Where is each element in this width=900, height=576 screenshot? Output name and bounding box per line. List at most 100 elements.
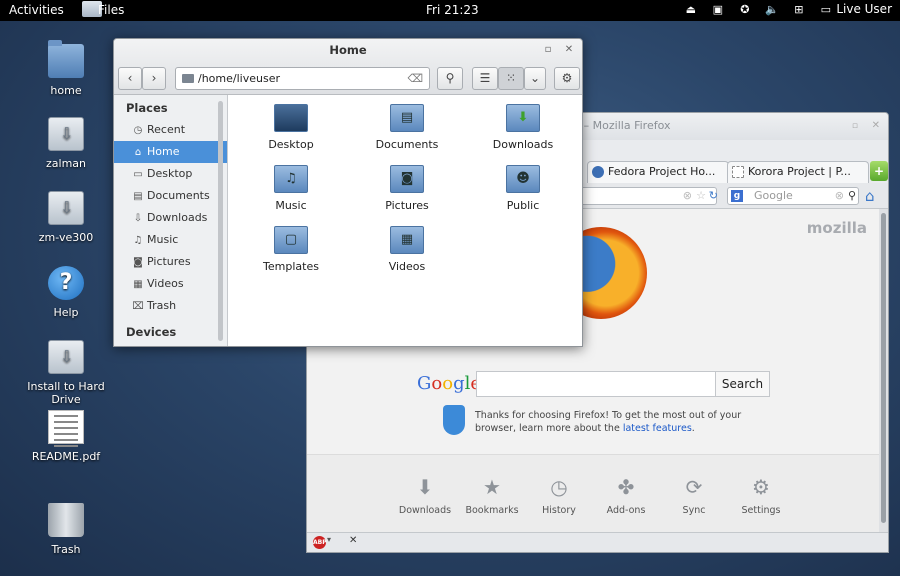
accessibility-icon[interactable]: ✪	[738, 3, 751, 16]
desktop-icon: ▭	[133, 169, 143, 180]
public-folder-icon: ☻	[506, 165, 540, 193]
launcher-history[interactable]: ◷ History	[525, 475, 593, 516]
display-icon[interactable]: ▣	[711, 3, 724, 16]
folder-item-desktop[interactable]: Desktop	[236, 95, 346, 151]
google-search-button[interactable]: Search	[715, 371, 770, 397]
activities-button[interactable]: Activities	[9, 3, 64, 17]
sidebar-item-recent[interactable]: ◷ Recent	[114, 119, 227, 141]
sidebar-item-music[interactable]: ♫ Music	[114, 229, 227, 251]
home-icon[interactable]: ⌂	[865, 187, 883, 205]
sidebar-item-trash[interactable]: ⌧ Trash	[114, 295, 227, 317]
tab-korora[interactable]: Korora Project | P...	[727, 161, 869, 183]
back-button[interactable]: ‹	[118, 67, 142, 90]
system-tray[interactable]: ⏏ ▣ ✪ 🔈 ⊞ ▭ Live User	[684, 2, 892, 16]
folder-item-pictures[interactable]: ◙ Pictures	[352, 156, 462, 212]
thanks-text: Thanks for choosing Firefox! To get the …	[475, 410, 742, 434]
desktop-icon-zalman[interactable]: zalman	[11, 117, 121, 170]
tab-label: Korora Project | P...	[748, 165, 851, 178]
search-button[interactable]: ⚲	[437, 67, 463, 90]
drive-icon	[48, 191, 84, 225]
download-icon: ⇩	[133, 213, 143, 224]
home-icon: ⌂	[134, 147, 142, 158]
sidebar-item-home[interactable]: ⌂ Home	[114, 141, 227, 163]
folder-label: Desktop	[268, 138, 314, 151]
thanks-message: Thanks for choosing Firefox! To get the …	[475, 410, 742, 434]
search-icon[interactable]: ⚲	[848, 188, 856, 204]
launcher-sync[interactable]: ⟳ Sync	[660, 475, 728, 516]
tab-label: Fedora Project Ho...	[608, 165, 716, 178]
reload-icon[interactable]: ↻	[709, 188, 718, 204]
desktop-icon-trash[interactable]: Trash	[11, 503, 121, 556]
sidebar-scrollbar[interactable]	[218, 101, 223, 341]
user-menu[interactable]: ▭ Live User	[819, 2, 892, 16]
sidebar-item-label: Documents	[147, 189, 210, 202]
page-scrollbar[interactable]	[879, 209, 888, 534]
google-engine-icon[interactable]: g	[731, 190, 743, 202]
desktop-icon-zm-ve300[interactable]: zm-ve300	[11, 191, 121, 244]
firefox-close-button[interactable]: ✕	[872, 113, 880, 139]
back-icon: ‹	[127, 71, 133, 85]
launcher-settings[interactable]: ⚙ Settings	[727, 475, 795, 516]
location-bar[interactable]: /home/liveuser ⌫	[175, 67, 430, 90]
volume-icon[interactable]: 🔈	[765, 3, 779, 16]
launcher-label: History	[542, 505, 576, 516]
sidebar-item-downloads[interactable]: ⇩ Downloads	[114, 207, 227, 229]
forward-button[interactable]: ›	[142, 67, 166, 90]
tab-fedora[interactable]: Fedora Project Ho...	[587, 161, 729, 183]
folder-item-videos[interactable]: ▦ Videos	[352, 217, 462, 273]
sidebar-item-label: Pictures	[147, 255, 191, 268]
sidebar-item-desktop[interactable]: ▭ Desktop	[114, 163, 227, 185]
google-search-input[interactable]	[476, 371, 716, 397]
new-tab-button[interactable]: +	[870, 161, 888, 181]
firefox-maximize-button[interactable]: ▫	[852, 113, 858, 139]
pictures-folder-icon: ◙	[390, 165, 424, 193]
eject-icon[interactable]: ⏏	[684, 3, 697, 16]
videos-icon: ▦	[133, 279, 143, 290]
clear-location-icon[interactable]: ⌫	[407, 68, 423, 89]
folder-label: Templates	[263, 260, 319, 273]
view-options-button[interactable]: ⌄	[524, 67, 546, 90]
devices-heading: Devices	[126, 325, 177, 339]
search-clear-icon[interactable]: ⊗	[835, 188, 844, 204]
folder-item-public[interactable]: ☻ Public	[468, 156, 578, 212]
launcher-downloads[interactable]: ⬇ Downloads	[391, 475, 459, 516]
clock[interactable]: Fri 21:23	[426, 3, 479, 17]
app-menu-button[interactable]: ⚙	[554, 67, 580, 90]
folder-item-templates[interactable]: ▢ Templates	[236, 217, 346, 273]
help-icon: ?	[48, 266, 84, 300]
desktop-icon-label: Trash	[51, 543, 81, 556]
grid-view-button[interactable]: ⁙	[498, 67, 524, 90]
folder-item-downloads[interactable]: ⬇ Downloads	[468, 95, 578, 151]
launcher-addons[interactable]: ✤ Add-ons	[592, 475, 660, 516]
launcher-bookmarks[interactable]: ★ Bookmarks	[458, 475, 526, 516]
sidebar-item-documents[interactable]: ▤ Documents	[114, 185, 227, 207]
bookmark-star-icon[interactable]: ☆	[696, 188, 706, 204]
desktop-icon-help[interactable]: ? Help	[11, 266, 121, 319]
pdf-icon	[48, 410, 84, 447]
music-icon: ♫	[133, 235, 143, 246]
desktop-icon-install[interactable]: Install to Hard Drive	[11, 340, 121, 406]
folder-item-music[interactable]: ♫ Music	[236, 156, 346, 212]
url-clear-icon[interactable]: ⊗	[683, 188, 692, 204]
list-icon: ☰	[479, 71, 491, 85]
files-header-bar[interactable]: Home ▫ ✕ ‹ › /home/liveuser ⌫ ⚲ ☰ ⁙ ⌄ ⚙	[114, 39, 582, 95]
desktop-icon-readme[interactable]: README.pdf	[11, 410, 121, 463]
list-view-button[interactable]: ☰	[472, 67, 498, 90]
desktop-icon-label: Help	[53, 306, 79, 319]
sidebar-item-pictures[interactable]: ◙ Pictures	[114, 251, 227, 273]
sidebar-item-videos[interactable]: ▦ Videos	[114, 273, 227, 295]
launcher-label: Bookmarks	[465, 505, 519, 516]
adblock-menu-icon[interactable]: ▾	[327, 535, 331, 544]
addon-bar-close-icon[interactable]: ✕	[349, 535, 357, 546]
desktop-icon-home[interactable]: home	[11, 40, 121, 97]
adblock-icon[interactable]: ABP	[313, 536, 327, 549]
maximize-button[interactable]: ▫	[538, 41, 558, 59]
sidebar-item-label: Trash	[147, 299, 177, 312]
app-menu[interactable]: Files	[82, 1, 124, 17]
network-icon[interactable]: ⊞	[792, 3, 805, 16]
sidebar-item-label: Recent	[147, 123, 186, 136]
search-bar[interactable]: g Google ⊗ ⚲	[727, 187, 859, 205]
close-button[interactable]: ✕	[559, 41, 579, 59]
latest-features-link[interactable]: latest features	[623, 423, 692, 434]
folder-item-documents[interactable]: ▤ Documents	[352, 95, 462, 151]
